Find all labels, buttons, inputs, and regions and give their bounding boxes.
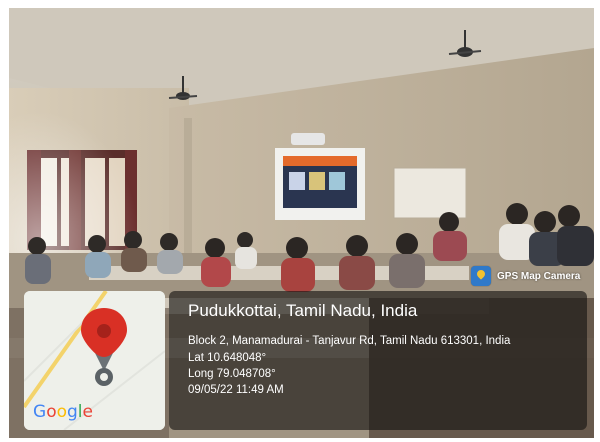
latitude-text: Lat 10.648048° xyxy=(188,352,267,364)
gps-map-camera-icon xyxy=(471,266,491,286)
projector xyxy=(291,133,325,145)
google-logo-letter: G xyxy=(33,402,47,422)
gps-map-camera-badge: GPS Map Camera xyxy=(471,264,580,288)
whiteboard xyxy=(393,167,467,219)
google-logo-letter: o xyxy=(56,402,67,422)
google-logo-letter: g xyxy=(67,402,78,422)
place-title: Pudukkottai, Tamil Nadu, India xyxy=(188,301,418,320)
longitude-text: Long 79.048708° xyxy=(188,368,276,380)
classroom-photo: GPS Map Camera Google Pudukkottai, Tamil… xyxy=(9,8,594,438)
map-thumbnail: Google xyxy=(24,291,165,430)
datetime-text: 09/05/22 11:49 AM xyxy=(188,384,284,396)
address-text: Block 2, Manamadurai - Tanjavur Rd, Tami… xyxy=(188,335,511,347)
google-logo-letter: e xyxy=(82,402,93,422)
google-logo-letter: o xyxy=(46,402,57,422)
location-info-panel: Pudukkottai, Tamil Nadu, India Block 2, … xyxy=(169,291,587,430)
projection-screen xyxy=(275,148,365,220)
google-logo: Google xyxy=(33,402,93,422)
gps-map-camera-label: GPS Map Camera xyxy=(497,270,581,282)
photo-frame: GPS Map Camera Google Pudukkottai, Tamil… xyxy=(0,0,600,442)
